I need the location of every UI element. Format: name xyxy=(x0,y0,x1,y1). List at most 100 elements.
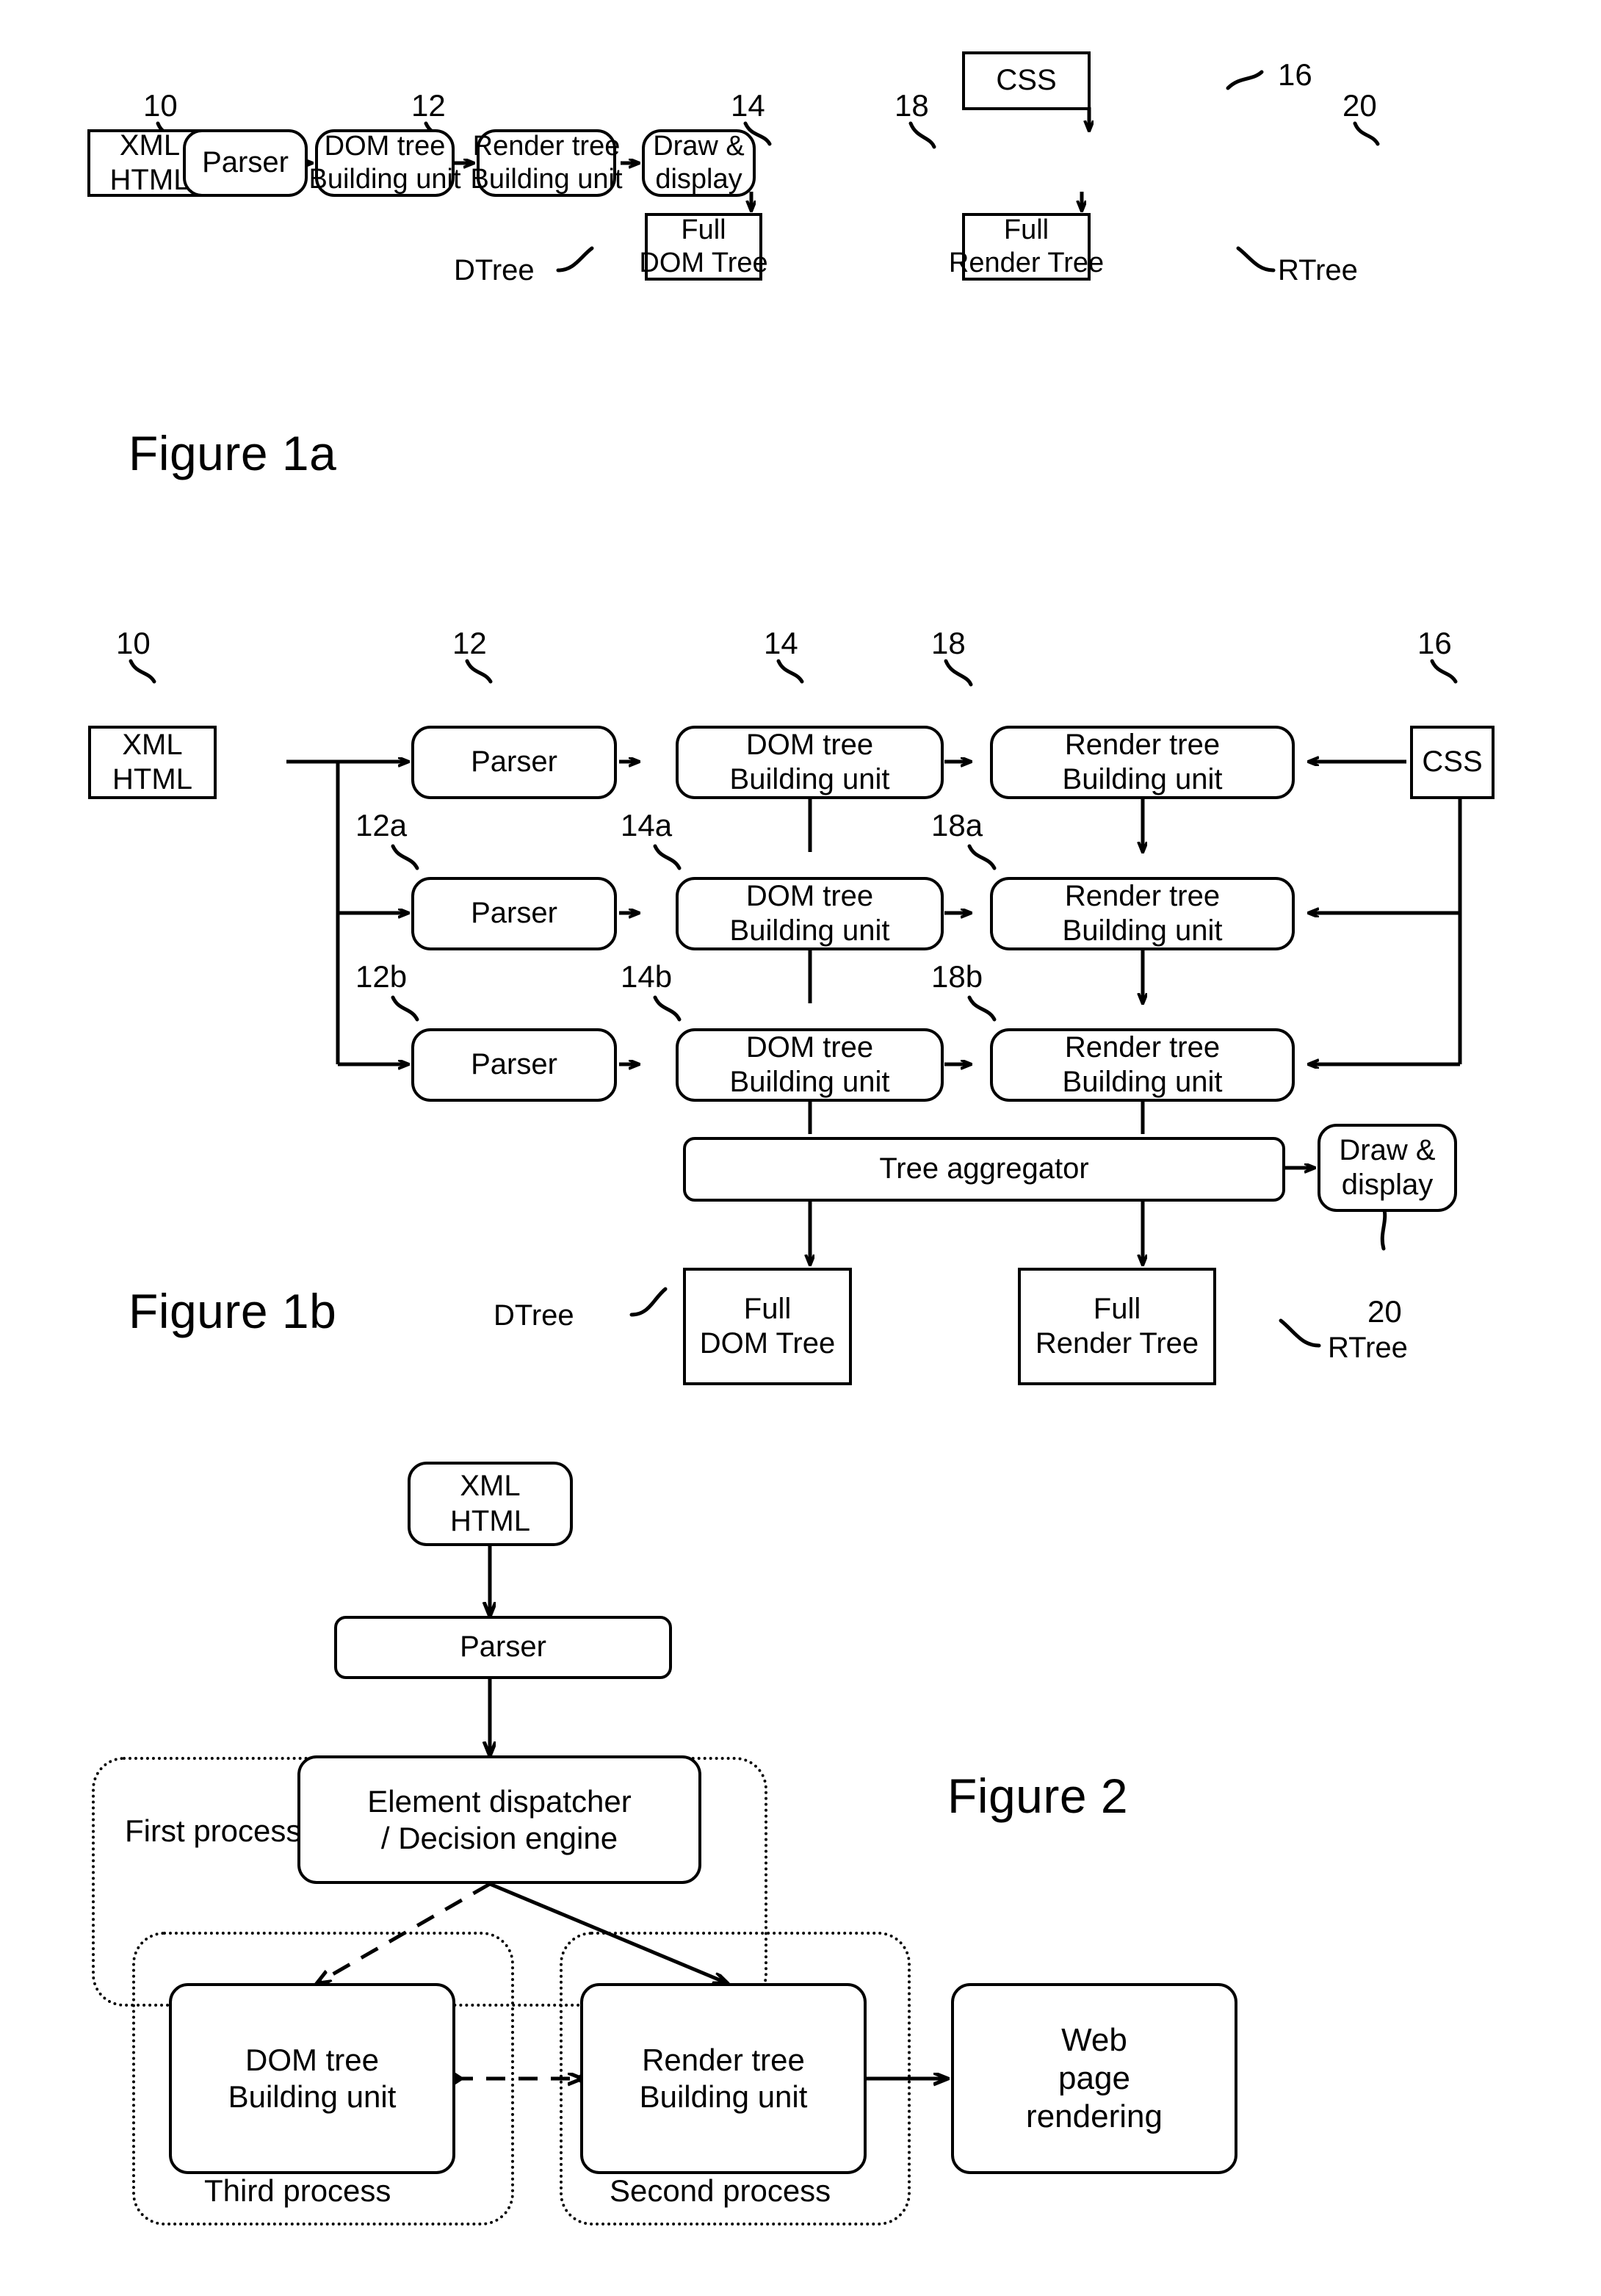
fig1a-ref-18: 18 xyxy=(895,88,929,123)
fig1b-full-dom-line2: DOM Tree xyxy=(699,1327,836,1360)
fig2-dispatcher-line2: / Decision engine xyxy=(380,1820,618,1855)
fig1b-render-line2-1: Building unit xyxy=(1062,914,1223,947)
fig1b-dom-tree-building-unit-box-0: DOM tree Building unit xyxy=(676,726,944,799)
fig1b-css-box: CSS xyxy=(1410,726,1495,799)
fig2-second-process-label: Second process xyxy=(610,2173,831,2208)
fig1a-ref-10: 10 xyxy=(143,88,178,123)
fig1b-full-dom-tree-box: Full DOM Tree xyxy=(683,1268,852,1385)
fig1a-draw-line2: display xyxy=(655,164,742,195)
fig1a-render-tree-building-unit-box: Render tree Building unit xyxy=(470,129,623,197)
fig1a-draw-display-box: Draw & display xyxy=(642,129,756,197)
fig1b-render-line1-2: Render tree xyxy=(1064,1030,1221,1064)
fig1a-tag-dtree: DTree xyxy=(454,254,535,286)
fig1b-ref-16: 16 xyxy=(1417,626,1452,660)
fig1a-parser-label: Parser xyxy=(202,146,289,179)
fig1b-css-label: CSS xyxy=(1422,746,1483,779)
fig1a-css-label: CSS xyxy=(996,64,1057,97)
fig1b-ref-20: 20 xyxy=(1367,1294,1402,1329)
fig1b-ref-18a: 18a xyxy=(931,808,983,842)
fig2-parser-label: Parser xyxy=(460,1631,546,1664)
fig2-parser-box: Parser xyxy=(334,1616,672,1679)
fig1b-full-render-line2: Render Tree xyxy=(1035,1327,1199,1360)
fig1b-tree-aggregator-box: Tree aggregator xyxy=(683,1137,1285,1202)
fig1b-parser-label-0: Parser xyxy=(471,746,557,779)
fig2-dom-tree-building-unit-box: DOM tree Building unit xyxy=(169,1983,455,2174)
fig1b-ref-12a: 12a xyxy=(355,808,408,842)
fig1b-render-tree-building-unit-box-0: Render tree Building unit xyxy=(990,726,1295,799)
fig1b-draw-line2: display xyxy=(1341,1169,1434,1201)
fig2-element-dispatcher-box: Element dispatcher / Decision engine xyxy=(297,1755,701,1884)
fig1b-dom-line2-2: Building unit xyxy=(729,1066,890,1098)
fig1b-figure-label: Figure 1b xyxy=(129,1284,337,1338)
fig2-xml-html-line1: XML xyxy=(460,1470,521,1503)
fig1b-tag-dtree: DTree xyxy=(494,1299,574,1332)
fig2-xml-html-box: XML HTML xyxy=(408,1462,573,1546)
fig1b-full-render-line1: Full xyxy=(1093,1292,1141,1325)
fig1a-ref-12: 12 xyxy=(411,88,446,123)
fig1b-render-tree-building-unit-box-2: Render tree Building unit xyxy=(990,1028,1295,1102)
fig2-web-page-rendering-box: Web page rendering xyxy=(951,1983,1237,2174)
fig1b-ref-14: 14 xyxy=(764,626,798,660)
fig1b-full-dom-line1: Full xyxy=(743,1292,792,1325)
fig1a-full-render-line2: Render Tree xyxy=(948,248,1105,278)
fig1b-render-tree-building-unit-box-1: Render tree Building unit xyxy=(990,877,1295,950)
fig1a-dom-tree-building-unit-box: DOM tree Building unit xyxy=(308,129,461,197)
fig1b-draw-display-box: Draw & display xyxy=(1318,1124,1457,1212)
fig2-render-tree-building-unit-box: Render tree Building unit xyxy=(580,1983,867,2174)
fig1a-full-render-tree-box: Full Render Tree xyxy=(949,213,1104,281)
fig1a-dom-line1: DOM tree xyxy=(324,131,446,162)
fig1b-full-render-tree-box: Full Render Tree xyxy=(1018,1268,1216,1385)
fig1a-figure-label: Figure 1a xyxy=(129,426,337,480)
fig1a-css-box: CSS xyxy=(962,51,1091,110)
fig1a-full-dom-line1: Full xyxy=(681,214,726,246)
fig1b-ref-14a: 14a xyxy=(621,808,673,842)
fig2-first-process-line2: process xyxy=(193,1813,302,1848)
fig2-web-line1: Web xyxy=(1061,2022,1127,2059)
fig2-render-line2: Building unit xyxy=(639,2079,808,2114)
fig1b-render-line2-2: Building unit xyxy=(1062,1066,1223,1098)
fig1b-ref-18b: 18b xyxy=(931,959,983,994)
fig1b-ref-12b: 12b xyxy=(355,959,408,994)
fig1a-ref-16: 16 xyxy=(1278,57,1312,92)
fig1b-dom-line2-1: Building unit xyxy=(729,914,890,947)
fig2-xml-html-line2: HTML xyxy=(450,1504,530,1537)
fig1b-parser-label-1: Parser xyxy=(471,897,557,930)
fig1b-dom-tree-building-unit-box-2: DOM tree Building unit xyxy=(676,1028,944,1102)
fig2-third-process-label: Third process xyxy=(204,2173,391,2208)
fig1b-tag-rtree: RTree xyxy=(1328,1332,1408,1364)
fig2-web-line2: page xyxy=(1058,2060,1130,2097)
patent-figure-sheet: XML HTML Parser DOM tree Building unit R… xyxy=(0,0,1601,2296)
fig1a-draw-line1: Draw & xyxy=(653,131,745,162)
fig1b-ref-14b: 14b xyxy=(621,959,673,994)
fig1b-draw-line1: Draw & xyxy=(1339,1133,1436,1166)
fig1a-full-dom-tree-box: Full DOM Tree xyxy=(639,213,768,281)
fig1a-render-line2: Building unit xyxy=(470,164,623,195)
fig1b-dom-line1-0: DOM tree xyxy=(745,728,874,761)
fig1b-parser-box-2: Parser xyxy=(411,1028,617,1102)
fig1b-parser-box-1: Parser xyxy=(411,877,617,950)
fig1a-ref-14: 14 xyxy=(731,88,765,123)
fig1a-full-dom-line2: DOM Tree xyxy=(639,248,768,278)
fig1b-dom-line1-2: DOM tree xyxy=(745,1030,874,1064)
fig2-figure-label: Figure 2 xyxy=(947,1769,1129,1823)
fig1a-tag-rtree: RTree xyxy=(1278,254,1358,286)
fig1b-dom-line1-1: DOM tree xyxy=(745,879,874,912)
fig2-first-process-line1: First xyxy=(125,1813,185,1848)
fig1b-tree-aggregator-label: Tree aggregator xyxy=(879,1152,1089,1185)
fig1b-dom-tree-building-unit-box-1: DOM tree Building unit xyxy=(676,877,944,950)
fig2-render-line1: Render tree xyxy=(642,2043,805,2078)
fig1b-ref-18: 18 xyxy=(931,626,966,660)
fig1a-ref-20: 20 xyxy=(1342,88,1377,123)
fig1b-render-line2-0: Building unit xyxy=(1062,763,1223,795)
fig2-web-line3: rendering xyxy=(1026,2098,1163,2134)
fig2-dom-line1: DOM tree xyxy=(245,2043,380,2078)
fig1b-xml-html-box: XML HTML xyxy=(88,726,217,799)
fig1a-full-render-line1: Full xyxy=(1003,214,1049,246)
fig1a-render-line1: Render tree xyxy=(472,131,621,162)
fig1b-parser-label-2: Parser xyxy=(471,1048,557,1081)
fig2-dispatcher-line1: Element dispatcher xyxy=(367,1783,632,1819)
fig2-dom-line2: Building unit xyxy=(228,2079,397,2114)
fig1a-parser-box: Parser xyxy=(183,129,308,197)
fig1a-dom-line2: Building unit xyxy=(308,164,461,195)
fig2-first-process-label: First process xyxy=(125,1813,301,1849)
